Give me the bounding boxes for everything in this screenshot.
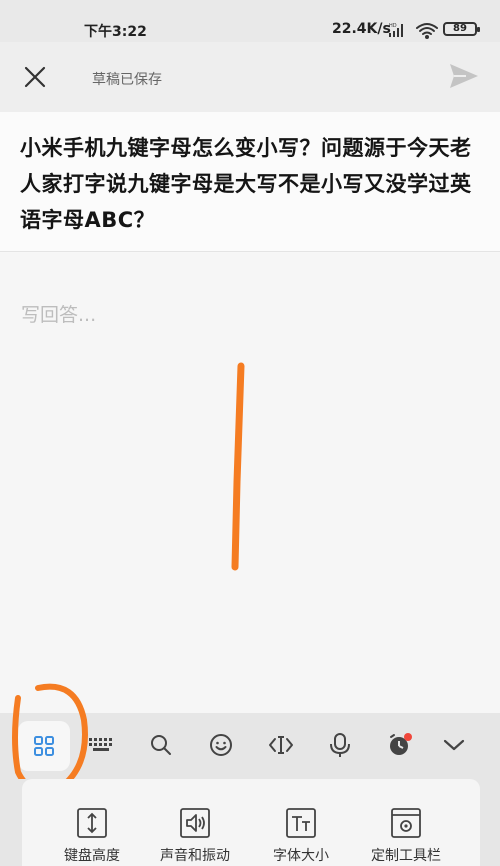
wifi-icon bbox=[416, 23, 438, 39]
chevron-down-icon bbox=[443, 739, 465, 751]
status-bar: 下午3:22 22.4K/s HD 89 bbox=[0, 0, 500, 42]
send-button[interactable] bbox=[448, 62, 480, 90]
settings-card: 键盘高度 声音和振动 字体大小 定制工具栏 bbox=[22, 779, 480, 866]
search-icon bbox=[151, 735, 171, 755]
answer-placeholder: 写回答... bbox=[21, 304, 97, 326]
voice-input-button[interactable] bbox=[316, 721, 364, 769]
emoji-icon bbox=[210, 734, 232, 756]
status-icons: HD bbox=[388, 21, 440, 43]
collapse-keyboard-button[interactable] bbox=[430, 721, 478, 769]
question-title: 小米手机九键字母怎么变小写？问题源于今天老人家打字说九键字母是大写不是小写又没学… bbox=[0, 112, 500, 252]
font-size-icon bbox=[286, 808, 316, 838]
send-icon bbox=[450, 64, 478, 88]
microphone-icon bbox=[330, 733, 350, 757]
clock-button[interactable] bbox=[376, 721, 424, 769]
clock-icon bbox=[390, 733, 412, 755]
keyboard-height-label: 键盘高度 bbox=[64, 848, 120, 864]
sound-vibration-icon bbox=[180, 808, 210, 838]
close-icon bbox=[24, 66, 46, 88]
font-size-label: 字体大小 bbox=[273, 848, 329, 864]
keyboard-height-icon bbox=[77, 808, 107, 838]
custom-toolbar-label: 定制工具栏 bbox=[371, 848, 441, 864]
draft-status: 草稿已保存 bbox=[92, 72, 162, 88]
editor-header: 草稿已保存 bbox=[0, 42, 500, 112]
keyboard-settings-panel: 键盘高度 声音和振动 字体大小 定制工具栏 bbox=[0, 779, 500, 866]
hd-signal-icon: HD bbox=[389, 23, 403, 37]
network-speed: 22.4K/s bbox=[332, 21, 391, 37]
custom-toolbar-item[interactable]: 定制工具栏 bbox=[361, 807, 451, 865]
keyboard-height-item[interactable]: 键盘高度 bbox=[47, 807, 137, 865]
annotation-stroke bbox=[231, 362, 245, 571]
notification-dot bbox=[404, 733, 412, 741]
font-size-item[interactable]: 字体大小 bbox=[256, 807, 346, 865]
keyboard-icon bbox=[89, 738, 112, 751]
sound-vibration-item[interactable]: 声音和振动 bbox=[150, 807, 240, 865]
cursor-move-icon bbox=[269, 736, 293, 754]
svg-text:HD: HD bbox=[389, 23, 397, 29]
search-button[interactable] bbox=[137, 721, 185, 769]
custom-toolbar-icon bbox=[391, 808, 421, 838]
status-time: 下午3:22 bbox=[84, 24, 147, 40]
sound-vibration-label: 声音和振动 bbox=[160, 848, 230, 864]
emoji-button[interactable] bbox=[197, 721, 245, 769]
cursor-move-button[interactable] bbox=[257, 721, 305, 769]
battery-icon: 89 bbox=[443, 22, 480, 36]
close-button[interactable] bbox=[22, 64, 48, 90]
